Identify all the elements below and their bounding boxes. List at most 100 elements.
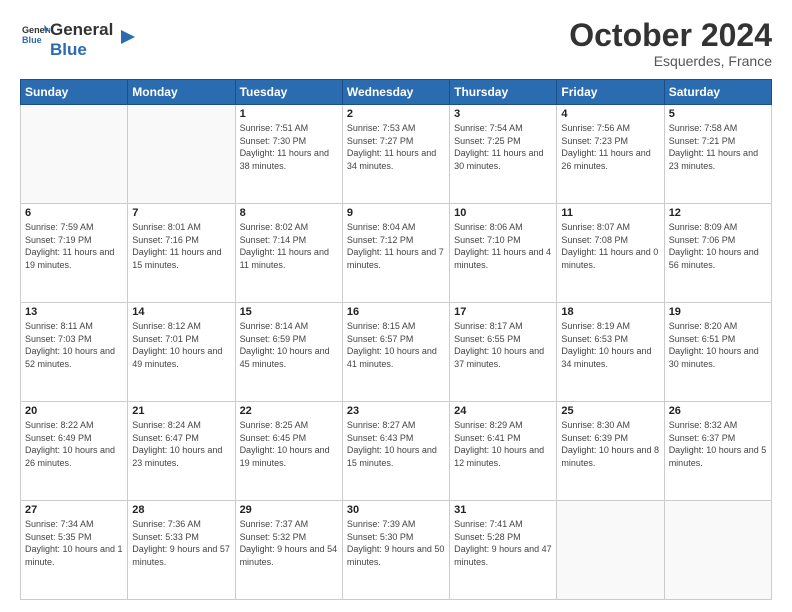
day-cell: 10 Sunrise: 8:06 AMSunset: 7:10 PMDaylig… — [450, 204, 557, 303]
day-cell: 27 Sunrise: 7:34 AMSunset: 5:35 PMDaylig… — [21, 501, 128, 600]
day-number: 16 — [347, 306, 445, 318]
week-row-1: 1 Sunrise: 7:51 AMSunset: 7:30 PMDayligh… — [21, 105, 772, 204]
day-info: Sunrise: 8:25 AMSunset: 6:45 PMDaylight:… — [240, 419, 338, 469]
day-info: Sunrise: 8:02 AMSunset: 7:14 PMDaylight:… — [240, 221, 338, 271]
day-cell — [664, 501, 771, 600]
day-cell: 31 Sunrise: 7:41 AMSunset: 5:28 PMDaylig… — [450, 501, 557, 600]
col-monday: Monday — [128, 80, 235, 105]
logo-general: General — [50, 20, 113, 40]
day-number: 27 — [25, 504, 123, 516]
month-title: October 2024 — [569, 18, 772, 53]
day-info: Sunrise: 8:29 AMSunset: 6:41 PMDaylight:… — [454, 419, 552, 469]
day-cell: 19 Sunrise: 8:20 AMSunset: 6:51 PMDaylig… — [664, 303, 771, 402]
day-cell: 11 Sunrise: 8:07 AMSunset: 7:08 PMDaylig… — [557, 204, 664, 303]
day-cell: 7 Sunrise: 8:01 AMSunset: 7:16 PMDayligh… — [128, 204, 235, 303]
day-cell: 29 Sunrise: 7:37 AMSunset: 5:32 PMDaylig… — [235, 501, 342, 600]
week-row-3: 13 Sunrise: 8:11 AMSunset: 7:03 PMDaylig… — [21, 303, 772, 402]
day-cell: 9 Sunrise: 8:04 AMSunset: 7:12 PMDayligh… — [342, 204, 449, 303]
day-number: 12 — [669, 207, 767, 219]
day-number: 10 — [454, 207, 552, 219]
day-cell: 14 Sunrise: 8:12 AMSunset: 7:01 PMDaylig… — [128, 303, 235, 402]
day-number: 28 — [132, 504, 230, 516]
page: General Blue General Blue October 2024 E… — [0, 0, 792, 612]
day-cell: 6 Sunrise: 7:59 AMSunset: 7:19 PMDayligh… — [21, 204, 128, 303]
calendar-header-row: Sunday Monday Tuesday Wednesday Thursday… — [21, 80, 772, 105]
day-number: 2 — [347, 108, 445, 120]
day-number: 7 — [132, 207, 230, 219]
day-cell: 15 Sunrise: 8:14 AMSunset: 6:59 PMDaylig… — [235, 303, 342, 402]
logo: General Blue General Blue — [20, 18, 139, 59]
day-cell — [21, 105, 128, 204]
day-info: Sunrise: 7:54 AMSunset: 7:25 PMDaylight:… — [454, 122, 552, 172]
day-info: Sunrise: 7:34 AMSunset: 5:35 PMDaylight:… — [25, 518, 123, 568]
week-row-4: 20 Sunrise: 8:22 AMSunset: 6:49 PMDaylig… — [21, 402, 772, 501]
col-saturday: Saturday — [664, 80, 771, 105]
day-number: 8 — [240, 207, 338, 219]
day-info: Sunrise: 8:01 AMSunset: 7:16 PMDaylight:… — [132, 221, 230, 271]
day-number: 11 — [561, 207, 659, 219]
day-info: Sunrise: 8:30 AMSunset: 6:39 PMDaylight:… — [561, 419, 659, 469]
day-cell: 20 Sunrise: 8:22 AMSunset: 6:49 PMDaylig… — [21, 402, 128, 501]
day-info: Sunrise: 7:36 AMSunset: 5:33 PMDaylight:… — [132, 518, 230, 568]
day-number: 14 — [132, 306, 230, 318]
logo-chevron-icon — [117, 26, 139, 48]
week-row-5: 27 Sunrise: 7:34 AMSunset: 5:35 PMDaylig… — [21, 501, 772, 600]
day-number: 26 — [669, 405, 767, 417]
day-info: Sunrise: 8:20 AMSunset: 6:51 PMDaylight:… — [669, 320, 767, 370]
day-info: Sunrise: 7:59 AMSunset: 7:19 PMDaylight:… — [25, 221, 123, 271]
day-number: 21 — [132, 405, 230, 417]
day-number: 29 — [240, 504, 338, 516]
col-wednesday: Wednesday — [342, 80, 449, 105]
day-info: Sunrise: 8:15 AMSunset: 6:57 PMDaylight:… — [347, 320, 445, 370]
day-info: Sunrise: 8:22 AMSunset: 6:49 PMDaylight:… — [25, 419, 123, 469]
day-cell: 25 Sunrise: 8:30 AMSunset: 6:39 PMDaylig… — [557, 402, 664, 501]
day-info: Sunrise: 7:53 AMSunset: 7:27 PMDaylight:… — [347, 122, 445, 172]
day-number: 25 — [561, 405, 659, 417]
day-number: 4 — [561, 108, 659, 120]
day-number: 30 — [347, 504, 445, 516]
day-number: 1 — [240, 108, 338, 120]
day-number: 23 — [347, 405, 445, 417]
day-number: 5 — [669, 108, 767, 120]
day-cell — [557, 501, 664, 600]
day-info: Sunrise: 8:06 AMSunset: 7:10 PMDaylight:… — [454, 221, 552, 271]
day-cell: 1 Sunrise: 7:51 AMSunset: 7:30 PMDayligh… — [235, 105, 342, 204]
col-tuesday: Tuesday — [235, 80, 342, 105]
day-cell: 21 Sunrise: 8:24 AMSunset: 6:47 PMDaylig… — [128, 402, 235, 501]
col-friday: Friday — [557, 80, 664, 105]
day-cell: 23 Sunrise: 8:27 AMSunset: 6:43 PMDaylig… — [342, 402, 449, 501]
day-info: Sunrise: 7:56 AMSunset: 7:23 PMDaylight:… — [561, 122, 659, 172]
day-info: Sunrise: 8:24 AMSunset: 6:47 PMDaylight:… — [132, 419, 230, 469]
day-number: 22 — [240, 405, 338, 417]
location: Esquerdes, France — [569, 53, 772, 69]
day-number: 24 — [454, 405, 552, 417]
day-info: Sunrise: 7:51 AMSunset: 7:30 PMDaylight:… — [240, 122, 338, 172]
day-info: Sunrise: 8:07 AMSunset: 7:08 PMDaylight:… — [561, 221, 659, 271]
day-info: Sunrise: 8:09 AMSunset: 7:06 PMDaylight:… — [669, 221, 767, 271]
day-number: 13 — [25, 306, 123, 318]
day-info: Sunrise: 8:12 AMSunset: 7:01 PMDaylight:… — [132, 320, 230, 370]
day-cell: 17 Sunrise: 8:17 AMSunset: 6:55 PMDaylig… — [450, 303, 557, 402]
svg-text:Blue: Blue — [22, 35, 42, 45]
day-cell: 24 Sunrise: 8:29 AMSunset: 6:41 PMDaylig… — [450, 402, 557, 501]
day-cell: 18 Sunrise: 8:19 AMSunset: 6:53 PMDaylig… — [557, 303, 664, 402]
header: General Blue General Blue October 2024 E… — [20, 18, 772, 69]
calendar-table: Sunday Monday Tuesday Wednesday Thursday… — [20, 79, 772, 600]
col-sunday: Sunday — [21, 80, 128, 105]
day-cell: 30 Sunrise: 7:39 AMSunset: 5:30 PMDaylig… — [342, 501, 449, 600]
title-block: October 2024 Esquerdes, France — [569, 18, 772, 69]
week-row-2: 6 Sunrise: 7:59 AMSunset: 7:19 PMDayligh… — [21, 204, 772, 303]
day-info: Sunrise: 8:04 AMSunset: 7:12 PMDaylight:… — [347, 221, 445, 271]
day-info: Sunrise: 8:27 AMSunset: 6:43 PMDaylight:… — [347, 419, 445, 469]
day-cell: 28 Sunrise: 7:36 AMSunset: 5:33 PMDaylig… — [128, 501, 235, 600]
day-cell: 26 Sunrise: 8:32 AMSunset: 6:37 PMDaylig… — [664, 402, 771, 501]
day-number: 3 — [454, 108, 552, 120]
day-info: Sunrise: 7:39 AMSunset: 5:30 PMDaylight:… — [347, 518, 445, 568]
day-number: 19 — [669, 306, 767, 318]
logo-blue: Blue — [50, 40, 113, 60]
day-info: Sunrise: 7:58 AMSunset: 7:21 PMDaylight:… — [669, 122, 767, 172]
col-thursday: Thursday — [450, 80, 557, 105]
day-cell: 12 Sunrise: 8:09 AMSunset: 7:06 PMDaylig… — [664, 204, 771, 303]
day-cell: 5 Sunrise: 7:58 AMSunset: 7:21 PMDayligh… — [664, 105, 771, 204]
day-info: Sunrise: 8:19 AMSunset: 6:53 PMDaylight:… — [561, 320, 659, 370]
